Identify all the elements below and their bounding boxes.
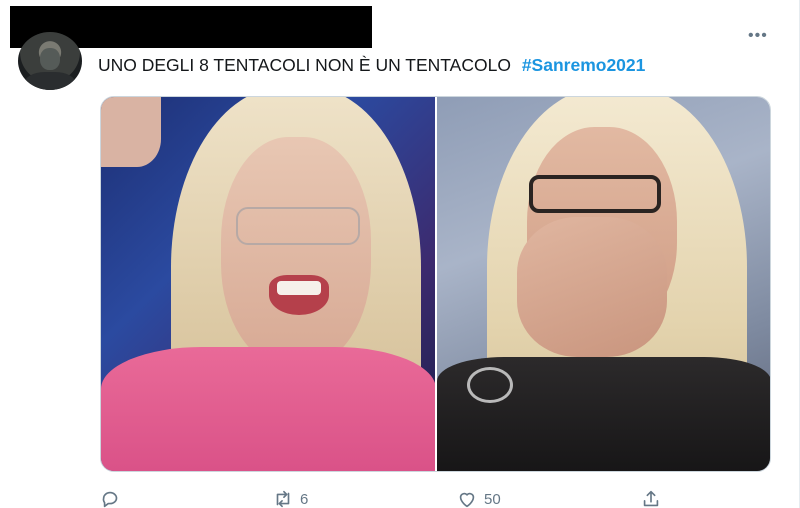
photo-left-face [221,137,371,367]
photo-left-jacket [101,347,435,471]
tweet-body: UNO DEGLI 8 TENTACOLI NON È UN TENTACOLO [98,55,511,75]
tweet-text: UNO DEGLI 8 TENTACOLI NON È UN TENTACOLO… [98,55,645,76]
reply-icon [102,491,118,508]
avatar[interactable] [18,32,82,90]
retweet-button[interactable]: 6 [272,488,308,508]
like-count: 50 [484,490,501,508]
photo-right-glasses [529,175,661,213]
photo-right-hands [517,217,667,357]
retweet-count: 6 [300,490,309,508]
photo-left-hand [101,97,161,167]
photo-right-bracelet [467,367,513,403]
hashtag-link[interactable]: #Sanremo2021 [522,55,646,75]
heart-icon [459,492,475,508]
retweet-icon [276,490,290,508]
media-grid [100,96,771,472]
photo-left[interactable] [101,97,435,471]
reply-button[interactable] [100,488,122,508]
photo-left-glasses [236,207,360,245]
tweet-card: ••• UNO DEGLI 8 TENTACOLI NON È UN TENTA… [0,0,800,508]
like-button[interactable]: 50 [456,488,501,508]
avatar-shoulders [24,72,76,90]
photo-left-mouth [269,275,329,315]
photo-left-teeth [277,281,321,295]
share-button[interactable] [640,488,662,508]
more-options-icon[interactable]: ••• [748,27,768,45]
action-bar: 6 50 [100,488,700,508]
avatar-face [40,48,60,70]
share-icon [643,490,659,507]
photo-right[interactable] [437,97,770,471]
